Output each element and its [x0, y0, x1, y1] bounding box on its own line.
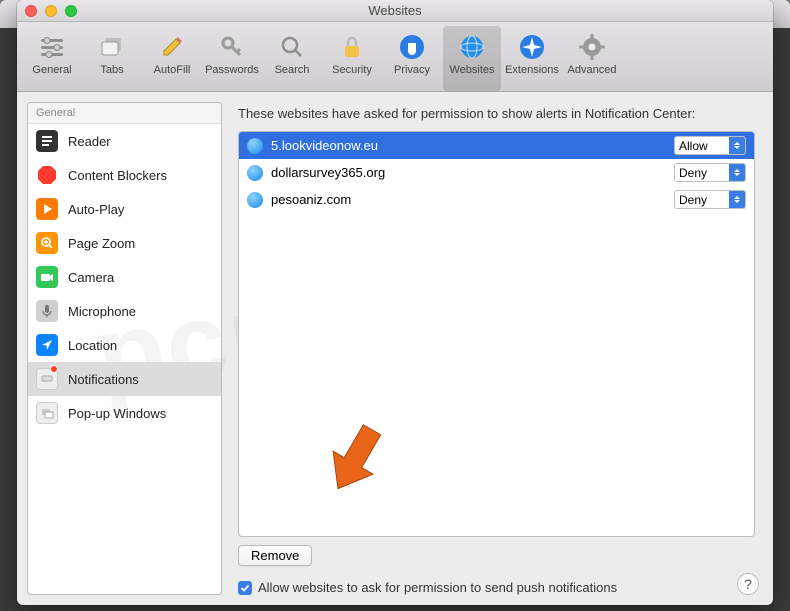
sidebar-item-label: Location	[68, 338, 117, 353]
permission-value: Allow	[679, 139, 708, 153]
sidebar-item-label: Pop-up Windows	[68, 406, 166, 421]
sidebar-item-camera[interactable]: Camera	[28, 260, 221, 294]
popup-icon	[36, 402, 58, 424]
zoom-icon	[36, 232, 58, 254]
search-icon	[277, 32, 307, 62]
sidebar-item-label: Notifications	[68, 372, 139, 387]
main-heading: These websites have asked for permission…	[238, 106, 755, 121]
permission-value: Deny	[679, 166, 707, 180]
toolbar-label: General	[32, 64, 71, 76]
gear-icon	[577, 32, 607, 62]
sidebar-item-label: Page Zoom	[68, 236, 135, 251]
sidebar-item-label: Camera	[68, 270, 114, 285]
sidebar-item-label: Auto-Play	[68, 202, 124, 217]
sidebar-item-reader[interactable]: Reader	[28, 124, 221, 158]
pencil-icon	[157, 32, 187, 62]
permission-select[interactable]: Deny	[674, 190, 746, 209]
website-domain: dollarsurvey365.org	[271, 165, 666, 180]
gear-switches-icon	[37, 32, 67, 62]
toolbar-security[interactable]: Security	[323, 26, 381, 91]
sidebar: General Reader Content Blockers Auto-Pla…	[17, 92, 232, 605]
sidebar-item-label: Content Blockers	[68, 168, 167, 183]
permission-select[interactable]: Deny	[674, 163, 746, 182]
globe-icon	[247, 138, 263, 154]
location-icon	[36, 334, 58, 356]
lock-icon	[337, 32, 367, 62]
extensions-icon	[517, 32, 547, 62]
microphone-icon	[36, 300, 58, 322]
preferences-toolbar: General Tabs AutoFill Passwords Search S…	[17, 22, 773, 92]
website-row[interactable]: 5.lookvideonow.eu Allow	[239, 132, 754, 159]
window-title: Websites	[17, 3, 773, 18]
badge-dot-icon	[50, 365, 58, 373]
globe-icon	[457, 32, 487, 62]
toolbar-label: Websites	[449, 64, 494, 76]
sidebar-item-page-zoom[interactable]: Page Zoom	[28, 226, 221, 260]
main-panel: These websites have asked for permission…	[232, 92, 773, 605]
toolbar-advanced[interactable]: Advanced	[563, 26, 621, 91]
sidebar-item-microphone[interactable]: Microphone	[28, 294, 221, 328]
allow-ask-checkbox[interactable]	[238, 581, 252, 595]
toolbar-label: Advanced	[568, 64, 617, 76]
toolbar-autofill[interactable]: AutoFill	[143, 26, 201, 91]
permission-select[interactable]: Allow	[674, 136, 746, 155]
sidebar-item-popup-windows[interactable]: Pop-up Windows	[28, 396, 221, 430]
toolbar-label: Tabs	[100, 64, 123, 76]
permission-value: Deny	[679, 193, 707, 207]
camera-icon	[36, 266, 58, 288]
reader-icon	[36, 130, 58, 152]
play-icon	[36, 198, 58, 220]
toolbar-general[interactable]: General	[23, 26, 81, 91]
key-icon	[217, 32, 247, 62]
preferences-window: pcrisk.com Websites General Tabs AutoFil…	[17, 0, 773, 605]
chevron-updown-icon	[729, 191, 745, 208]
allow-ask-label: Allow websites to ask for permission to …	[258, 580, 617, 595]
website-domain: pesoaniz.com	[271, 192, 666, 207]
chevron-updown-icon	[729, 164, 745, 181]
sidebar-item-location[interactable]: Location	[28, 328, 221, 362]
toolbar-label: Search	[275, 64, 310, 76]
help-button[interactable]: ?	[737, 573, 759, 595]
website-row[interactable]: pesoaniz.com Deny	[239, 186, 754, 213]
sidebar-item-notifications[interactable]: Notifications	[28, 362, 221, 396]
traffic-lights	[25, 5, 77, 17]
chevron-updown-icon	[729, 137, 745, 154]
toolbar-extensions[interactable]: Extensions	[503, 26, 561, 91]
sidebar-item-label: Reader	[68, 134, 111, 149]
toolbar-label: Passwords	[205, 64, 259, 76]
toolbar-label: Extensions	[505, 64, 559, 76]
toolbar-tabs[interactable]: Tabs	[83, 26, 141, 91]
minimize-button[interactable]	[45, 5, 57, 17]
toolbar-label: Security	[332, 64, 372, 76]
website-domain: 5.lookvideonow.eu	[271, 138, 666, 153]
sidebar-item-content-blockers[interactable]: Content Blockers	[28, 158, 221, 192]
website-row[interactable]: dollarsurvey365.org Deny	[239, 159, 754, 186]
sidebar-item-auto-play[interactable]: Auto-Play	[28, 192, 221, 226]
toolbar-privacy[interactable]: Privacy	[383, 26, 441, 91]
toolbar-websites[interactable]: Websites	[443, 26, 501, 91]
toolbar-label: Privacy	[394, 64, 430, 76]
remove-button[interactable]: Remove	[238, 545, 312, 566]
toolbar-search[interactable]: Search	[263, 26, 321, 91]
titlebar: Websites	[17, 0, 773, 22]
sidebar-header: General	[28, 103, 221, 124]
toolbar-passwords[interactable]: Passwords	[203, 26, 261, 91]
zoom-button[interactable]	[65, 5, 77, 17]
privacy-hand-icon	[397, 32, 427, 62]
help-label: ?	[744, 576, 752, 592]
tabs-icon	[97, 32, 127, 62]
toolbar-label: AutoFill	[154, 64, 191, 76]
globe-icon	[247, 165, 263, 181]
stop-icon	[36, 164, 58, 186]
sidebar-item-label: Microphone	[68, 304, 136, 319]
close-button[interactable]	[25, 5, 37, 17]
globe-icon	[247, 192, 263, 208]
websites-list: 5.lookvideonow.eu Allow dollarsurvey365.…	[238, 131, 755, 537]
